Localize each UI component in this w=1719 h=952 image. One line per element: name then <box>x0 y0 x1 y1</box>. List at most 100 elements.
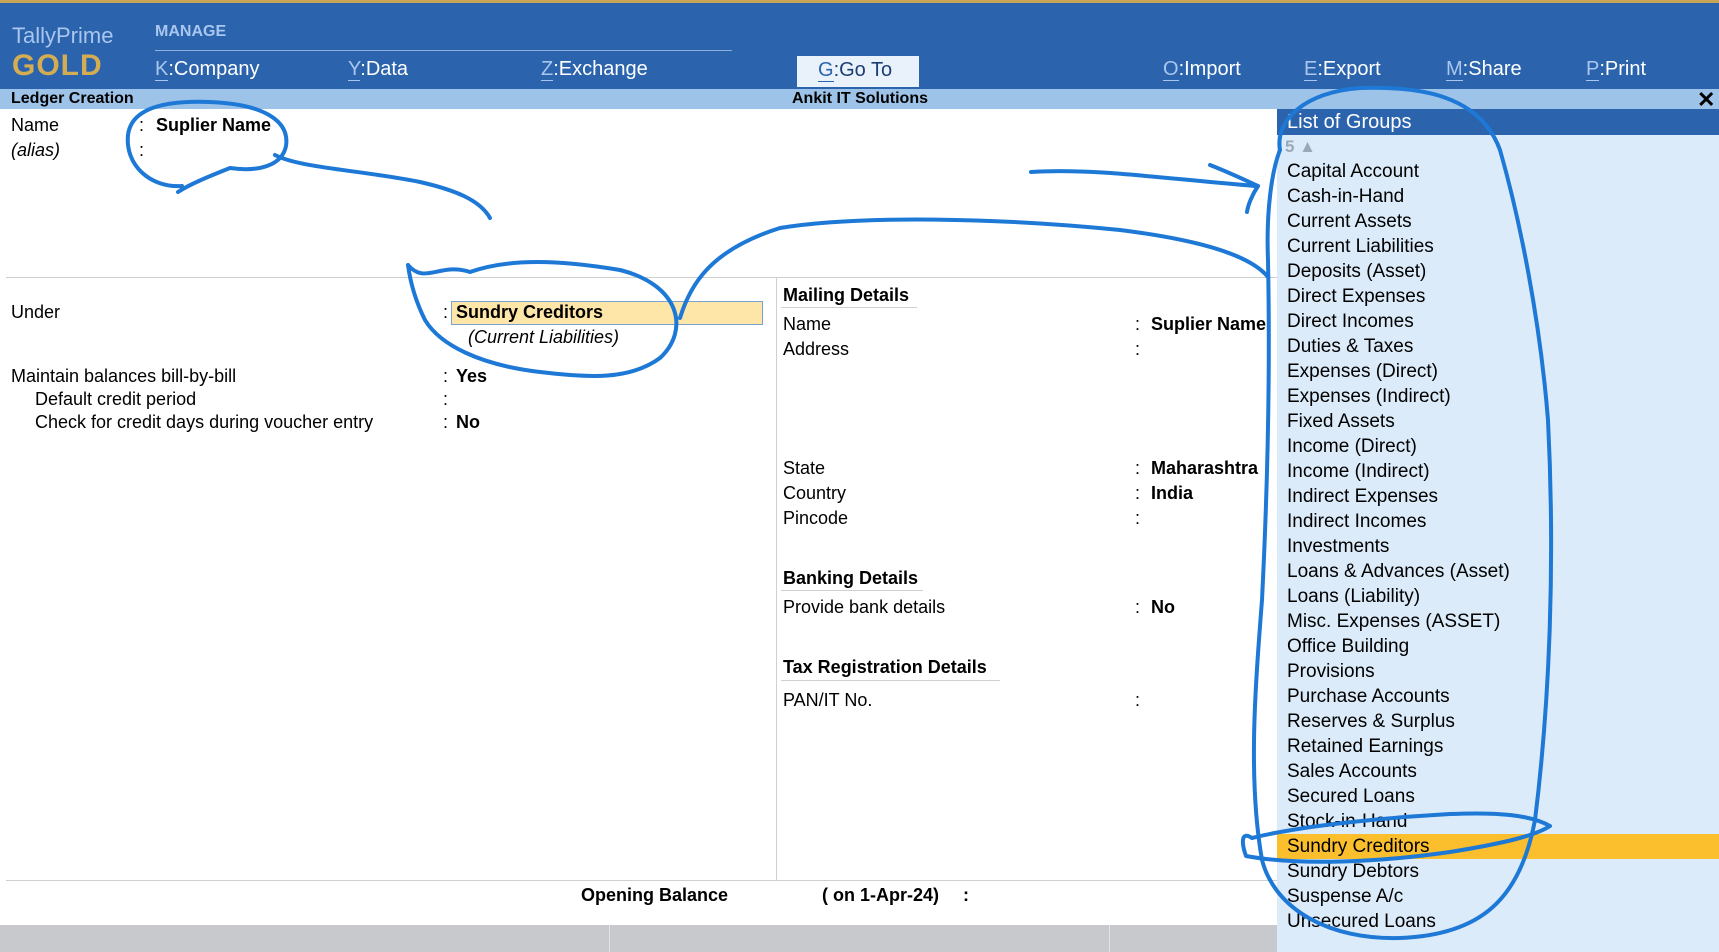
screen-title-bar: Ledger Creation Ankit IT Solutions ✕ <box>0 87 1719 112</box>
group-list-item[interactable]: Sales Accounts <box>1277 759 1719 784</box>
group-list-item[interactable]: Reserves & Surplus <box>1277 709 1719 734</box>
menu-print-label: Print <box>1604 58 1647 80</box>
credit-days-field[interactable]: No <box>456 412 480 433</box>
under-group-field[interactable]: Sundry Creditors <box>451 301 763 325</box>
group-list-item[interactable]: Misc. Expenses (ASSET) <box>1277 609 1719 634</box>
country-label: Country <box>783 483 847 503</box>
opening-balance-colon: : <box>963 885 969 905</box>
group-list-item[interactable]: Expenses (Direct) <box>1277 359 1719 384</box>
pan-field[interactable] <box>1151 690 1271 710</box>
annotation-squiggle <box>273 153 492 220</box>
under-label: Under <box>11 302 61 322</box>
menu-import-label: Import <box>1184 58 1241 80</box>
name-colon: : <box>139 115 145 135</box>
alias-colon: : <box>139 140 145 160</box>
menu-import-button[interactable]: O:Import <box>1163 58 1241 81</box>
manage-section-label: MANAGE <box>155 23 227 40</box>
menu-exchange-button[interactable]: Z:Exchange <box>541 58 648 81</box>
menu-goto-key: G <box>818 59 834 82</box>
group-list-item[interactable]: Office Building <box>1277 634 1719 659</box>
pincode-label: Pincode <box>783 508 849 528</box>
list-of-groups-title: List of Groups <box>1277 109 1719 135</box>
alias-label: (alias) <box>11 140 61 160</box>
group-list-item[interactable]: Duties & Taxes <box>1277 334 1719 359</box>
address-colon: : <box>1135 339 1141 359</box>
mailing-name-colon: : <box>1135 314 1141 334</box>
bank-details-label: Provide bank details <box>783 597 946 617</box>
opening-balance-date: ( on 1-Apr-24) <box>822 885 939 905</box>
mailing-name-label: Name <box>783 314 832 334</box>
opening-balance-field[interactable] <box>985 885 1145 905</box>
group-list-item[interactable]: Expenses (Indirect) <box>1277 384 1719 409</box>
section-divider <box>6 277 1277 278</box>
group-list-item[interactable]: Suspense A/c <box>1277 884 1719 909</box>
menu-data-button[interactable]: Y:Data <box>348 58 408 81</box>
group-list-item[interactable]: Capital Account <box>1277 159 1719 184</box>
menu-exchange-key: Z <box>541 58 554 81</box>
state-field[interactable]: Maharashtra <box>1151 458 1258 479</box>
menu-goto-button[interactable]: G:Go To <box>797 56 919 87</box>
product-name: TallyPrime <box>12 23 114 48</box>
bank-details-field[interactable]: No <box>1151 597 1175 618</box>
menu-export-label: Export <box>1322 58 1381 80</box>
name-label: Name <box>11 115 60 135</box>
menu-share-button[interactable]: M:Share <box>1446 58 1522 81</box>
manage-divider <box>155 50 732 51</box>
group-list-item[interactable]: Fixed Assets <box>1277 409 1719 434</box>
group-list-item[interactable]: Direct Expenses <box>1277 284 1719 309</box>
group-list-item[interactable]: Deposits (Asset) <box>1277 259 1719 284</box>
menu-share-key: M <box>1446 58 1463 81</box>
menu-import-key: O <box>1163 58 1179 81</box>
menu-exchange-label: Exchange <box>558 58 648 80</box>
pan-colon: : <box>1135 690 1141 710</box>
group-list-item[interactable]: Investments <box>1277 534 1719 559</box>
menu-company-label: Company <box>173 58 260 80</box>
credit-period-label: Default credit period <box>35 389 197 409</box>
bill-by-bill-field[interactable]: Yes <box>456 366 487 387</box>
state-label: State <box>783 458 826 478</box>
menu-company-button[interactable]: K:Company <box>155 58 260 81</box>
column-divider <box>776 277 777 880</box>
under-colon: : <box>443 302 449 322</box>
group-list-item[interactable]: Current Assets <box>1277 209 1719 234</box>
ledger-name-field[interactable]: Suplier Name <box>156 115 271 136</box>
credit-period-field[interactable] <box>456 389 576 409</box>
group-list-item[interactable]: Indirect Incomes <box>1277 509 1719 534</box>
bill-by-bill-label: Maintain balances bill-by-bill <box>11 366 237 386</box>
group-list-item[interactable]: Purchase Accounts <box>1277 684 1719 709</box>
strip-separator <box>609 925 610 952</box>
group-list-item[interactable]: Direct Incomes <box>1277 309 1719 334</box>
group-list-item[interactable]: Stock-in-Hand <box>1277 809 1719 834</box>
company-name: Ankit IT Solutions <box>792 90 928 107</box>
group-list-item[interactable]: Loans & Advances (Asset) <box>1277 559 1719 584</box>
group-list-item[interactable]: Sundry Debtors <box>1277 859 1719 884</box>
menu-print-button[interactable]: P:Print <box>1586 58 1646 81</box>
footer-divider <box>6 880 1277 881</box>
screen-title: Ledger Creation <box>11 90 134 107</box>
country-field[interactable]: India <box>1151 483 1193 504</box>
bill-by-bill-colon: : <box>443 366 449 386</box>
group-list-item[interactable]: Retained Earnings <box>1277 734 1719 759</box>
scroll-up-indicator[interactable]: 5 ▲ <box>1285 137 1316 157</box>
group-list-item[interactable]: Unsecured Loans <box>1277 909 1719 934</box>
group-list-item[interactable]: Sundry Creditors <box>1277 834 1719 859</box>
group-list-item[interactable]: Indirect Expenses <box>1277 484 1719 509</box>
menu-export-button[interactable]: E:Export <box>1304 58 1381 81</box>
group-list-item[interactable]: Loans (Liability) <box>1277 584 1719 609</box>
alias-field[interactable] <box>156 140 356 160</box>
pan-label: PAN/IT No. <box>783 690 873 710</box>
pincode-field[interactable] <box>1151 508 1271 528</box>
product-edition: GOLD <box>12 49 103 82</box>
group-list-item[interactable]: Cash-in-Hand <box>1277 184 1719 209</box>
menu-export-key: E <box>1304 58 1318 81</box>
state-colon: : <box>1135 458 1141 478</box>
group-list-item[interactable]: Secured Loans <box>1277 784 1719 809</box>
group-list-item[interactable]: Provisions <box>1277 659 1719 684</box>
group-list-item[interactable]: Income (Direct) <box>1277 434 1719 459</box>
bank-details-colon: : <box>1135 597 1141 617</box>
country-colon: : <box>1135 483 1141 503</box>
address-field[interactable] <box>1151 339 1271 359</box>
mailing-name-field[interactable]: Suplier Name <box>1151 314 1276 335</box>
group-list-item[interactable]: Current Liabilities <box>1277 234 1719 259</box>
group-list-item[interactable]: Income (Indirect) <box>1277 459 1719 484</box>
